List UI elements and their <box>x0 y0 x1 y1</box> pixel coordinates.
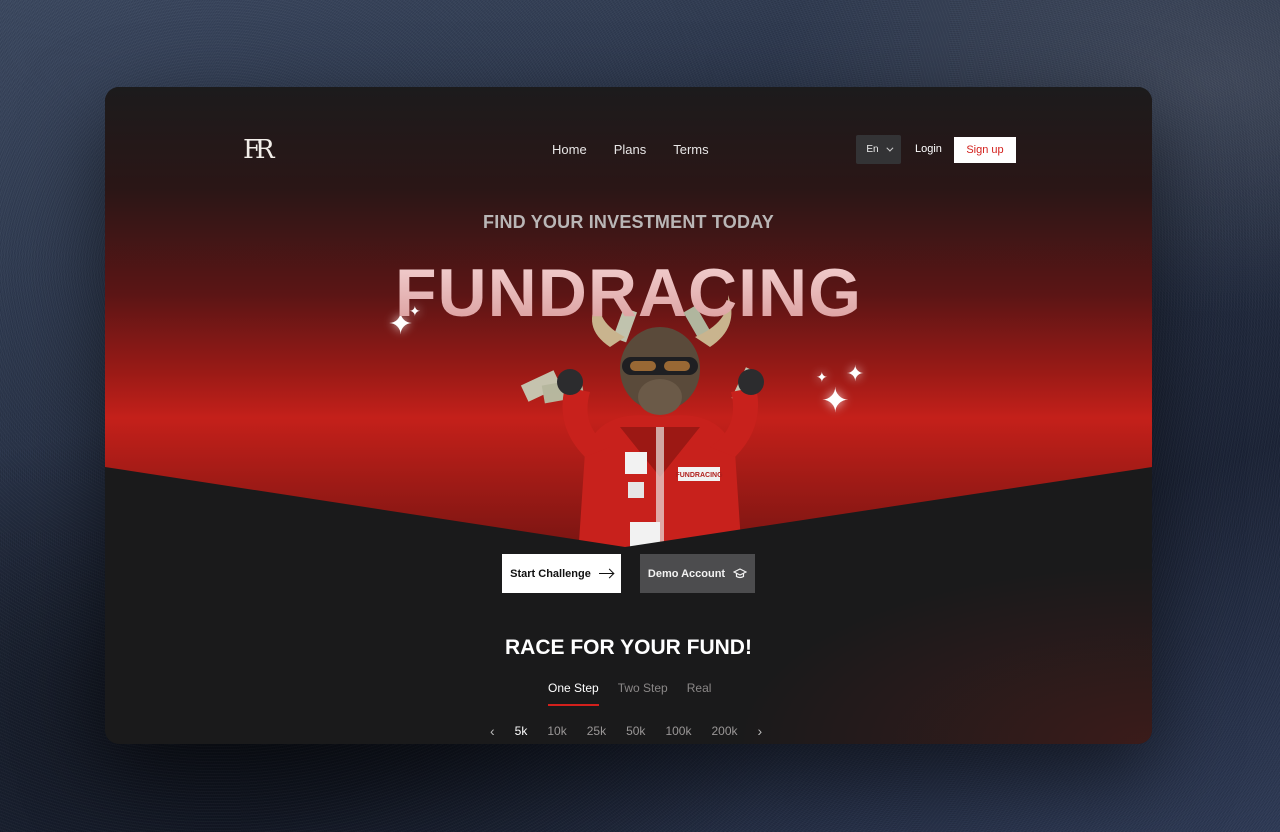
language-selector[interactable]: En <box>856 135 901 164</box>
graduation-cap-icon <box>733 567 748 578</box>
top-nav: FR Home Plans Terms En Login Sign up <box>105 87 1152 213</box>
sparkle-icon: ✦ <box>846 361 865 386</box>
section-title: RACE FOR YOUR FUND! <box>505 636 752 659</box>
plan-type-tabs: One Step Two Step Real <box>548 681 711 706</box>
amount-option-10k[interactable]: 10k <box>547 724 566 738</box>
signup-button[interactable]: Sign up <box>954 137 1016 163</box>
start-challenge-label: Start Challenge <box>510 567 591 580</box>
chevron-down-icon <box>885 144 894 152</box>
browser-window: FUNDRACING ✦ ✦ ✦ ✦ ✦ FR Home Plans Terms… <box>105 87 1152 744</box>
sparkle-icon: ✦ <box>821 382 850 420</box>
chevron-left-icon[interactable]: ‹ <box>490 723 495 739</box>
nav-link-home[interactable]: Home <box>552 142 587 157</box>
sparkle-icon: ✦ <box>816 369 828 385</box>
tab-real[interactable]: Real <box>687 681 712 706</box>
amount-option-50k[interactable]: 50k <box>626 724 645 738</box>
brand-logo[interactable]: FR <box>243 135 275 165</box>
tab-two-step[interactable]: Two Step <box>618 681 668 706</box>
hero-headline: FUNDRACING <box>105 255 1152 331</box>
demo-account-button[interactable]: Demo Account <box>640 554 755 593</box>
amount-option-25k[interactable]: 25k <box>587 724 606 738</box>
nav-link-plans[interactable]: Plans <box>614 142 647 157</box>
tab-one-step[interactable]: One Step <box>548 681 599 706</box>
amount-option-100k[interactable]: 100k <box>665 724 691 738</box>
hero-tagline: FIND YOUR INVESTMENT TODAY <box>483 212 774 232</box>
account-size-selector: ‹ 5k 10k 25k 50k 100k 200k › <box>490 723 762 739</box>
start-challenge-button[interactable]: Start Challenge <box>502 554 621 593</box>
nav-links: Home Plans Terms <box>552 142 709 157</box>
language-label: En <box>866 144 879 155</box>
demo-account-label: Demo Account <box>647 567 726 580</box>
amount-option-5k[interactable]: 5k <box>515 724 528 738</box>
chevron-right-icon[interactable]: › <box>758 723 763 739</box>
login-button[interactable]: Login <box>915 143 942 155</box>
nav-link-terms[interactable]: Terms <box>673 142 708 157</box>
amount-option-200k[interactable]: 200k <box>711 724 737 738</box>
arrow-right-icon <box>598 572 613 575</box>
